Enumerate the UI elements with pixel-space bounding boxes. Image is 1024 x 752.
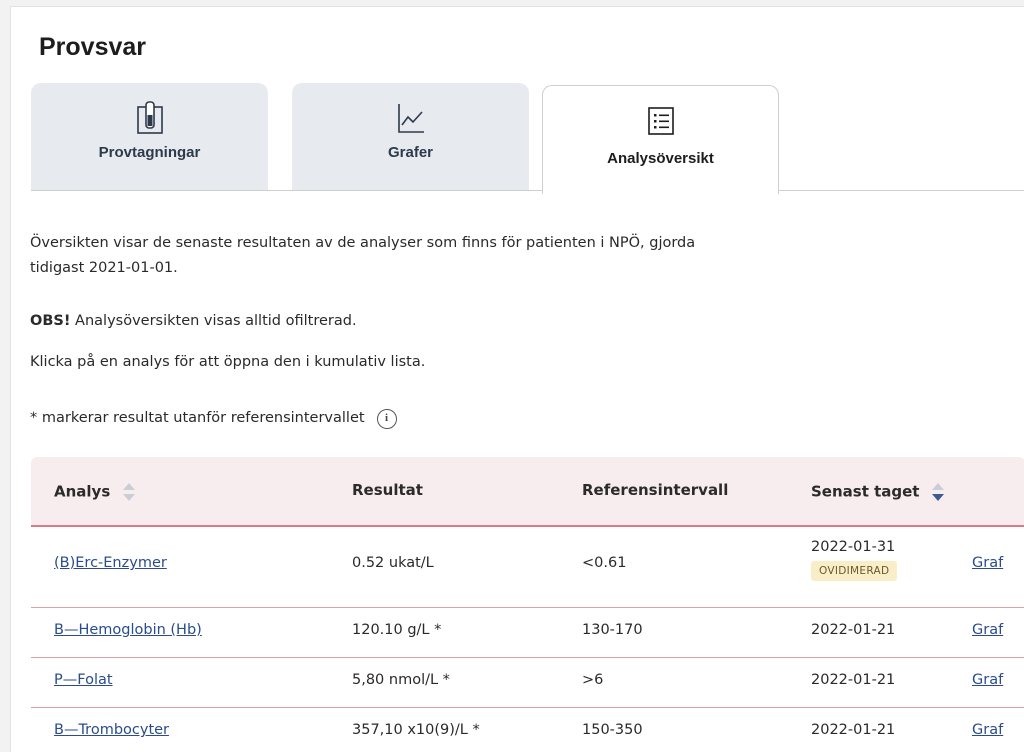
click-hint: Klicka på en analys för att öppna den i … [30,354,426,370]
header-senast-label: Senast taget [811,482,920,501]
header-referens: Referensintervall [582,481,729,499]
sort-icon[interactable] [122,481,136,503]
referens-cell: >6 [582,672,604,688]
header-senast[interactable]: Senast taget [811,481,945,503]
resultat-cell: 5,80 nmol/L * [352,672,450,688]
intro-text: Översikten visar de senaste resultaten a… [30,235,696,276]
header-resultat: Resultat [352,481,423,499]
resultat-cell: 120.10 g/L * [352,622,442,638]
tab-provtagningar[interactable]: Provtagningar [31,83,268,190]
referens-cell: 130-170 [582,622,643,638]
info-icon[interactable]: i [376,408,397,429]
table-row[interactable]: P—Folat 5,80 nmol/L * >6 2022-01-21 Graf [31,658,1024,708]
provsvar-panel: Provsvar Provtagningar Grafer Analysöver… [10,6,1024,752]
resultat-cell: 0.52 ukat/L [352,555,434,571]
header-analys-label: Analys [54,482,111,501]
test-tube-icon [136,101,163,134]
datum-cell: 2022-01-21 [811,672,896,688]
graf-link[interactable]: Graf [972,722,1003,738]
datum-text: 2022-01-31 [811,539,896,555]
datum-cell: 2022-01-21 [811,622,896,638]
analys-link[interactable]: (B)Erc-Enzymer [54,555,167,571]
tab-grafer[interactable]: Grafer [292,83,529,190]
line-chart-icon [397,104,424,133]
status-badge: OVIDIMERAD [811,561,898,581]
tab-analysoversikt[interactable]: Analysöversikt [542,85,779,194]
referens-cell: <0.61 [582,555,627,571]
referens-cell: 150-350 [582,722,643,738]
obs-body: Analysöversikten visas alltid ofiltrerad… [70,313,357,329]
graf-link[interactable]: Graf [972,672,1003,688]
datum-cell: 2022-01-21 [811,722,896,738]
table-row[interactable]: (B)Erc-Enzymer 0.52 ukat/L <0.61 2022-01… [31,527,1024,608]
analys-link[interactable]: B—Trombocyter [54,722,169,738]
page-title: Provsvar [39,33,147,61]
header-analys[interactable]: Analys [54,481,136,503]
tab-label: Provtagningar [98,144,201,161]
tab-label: Grafer [387,144,434,161]
graf-link[interactable]: Graf [972,555,1003,571]
obs-text: OBS! Analysöversikten visas alltid ofilt… [30,309,357,334]
obs-label: OBS! [30,313,71,329]
graf-link[interactable]: Graf [972,622,1003,638]
tab-label: Analysöversikt [607,150,714,167]
resultat-cell: 357,10 x10(9)/L * [352,722,480,738]
analysis-table: Analys Resultat Referensintervall Senast… [31,457,1024,752]
marker-note: * markerar resultat utanför referensinte… [30,410,365,426]
list-icon [647,107,674,135]
analys-link[interactable]: P—Folat [54,672,113,688]
sort-descending-icon[interactable] [931,481,945,503]
tabs-divider [31,190,1024,191]
analys-link[interactable]: B—Hemoglobin (Hb) [54,622,202,638]
table-row[interactable]: B—Hemoglobin (Hb) 120.10 g/L * 130-170 2… [31,608,1024,658]
table-header: Analys Resultat Referensintervall Senast… [31,457,1024,527]
table-row[interactable]: B—Trombocyter 357,10 x10(9)/L * 150-350 … [31,708,1024,752]
datum-cell: 2022-01-31 OVIDIMERAD [811,539,898,581]
marker-note-row: * markerar resultat utanför referensinte… [30,406,397,431]
